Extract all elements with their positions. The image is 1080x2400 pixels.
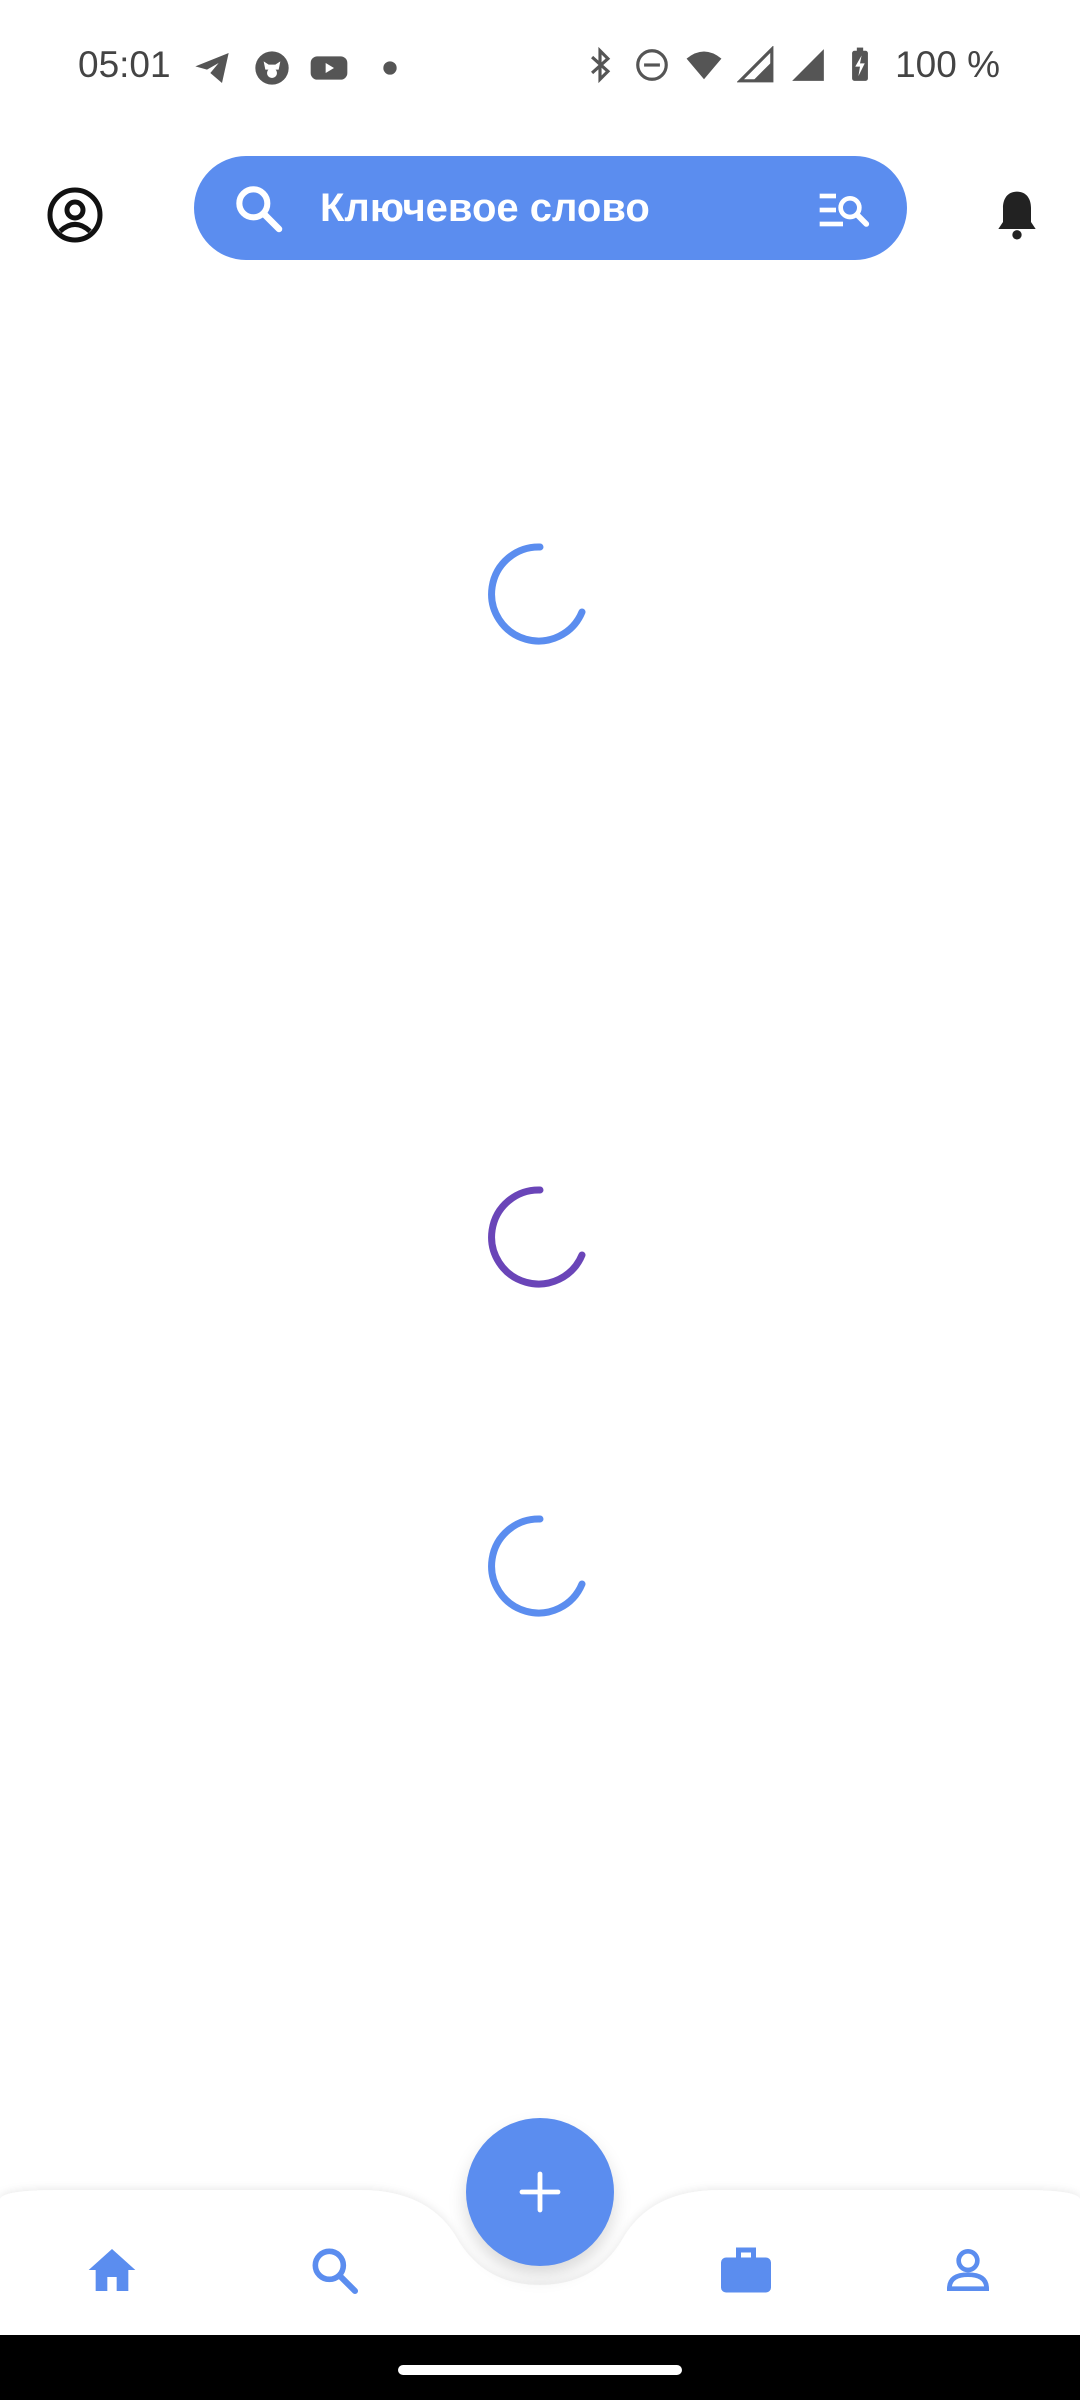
loading-spinner [488,1515,586,1617]
dot-icon [383,61,397,75]
nav-profile[interactable] [928,2230,1008,2310]
nav-home[interactable] [72,2230,152,2310]
status-time: 05:01 [78,44,171,85]
header: Ключевое слово [0,150,1080,270]
person-icon [946,2249,990,2291]
home-gesture-pill[interactable] [398,2365,682,2375]
account-circle-icon [47,187,103,243]
bluetooth-icon [591,46,611,84]
loading-spinner [488,1186,586,1288]
loading-spinner [488,543,586,645]
nav-jobs[interactable] [706,2230,786,2310]
cat-icon [255,51,289,85]
status-right: 100 % [581,44,1000,86]
add-fab-button[interactable] [466,2118,614,2266]
status-bar: 05:01 100 % [0,0,1080,135]
account-button[interactable] [40,180,110,250]
search-bar[interactable]: Ключевое слово [194,156,907,260]
wifi-icon [686,51,722,80]
bell-icon [998,191,1036,240]
signal-icon [792,49,824,81]
telegram-icon [195,53,229,83]
signal-icon [737,46,774,83]
battery-charging-icon [852,47,868,81]
nav-search[interactable] [294,2230,374,2310]
briefcase-icon [721,2247,771,2293]
search-placeholder: Ключевое слово [320,186,650,230]
notifications-button[interactable] [985,180,1049,250]
youtube-icon [310,56,348,80]
battery-percent: 100 % [895,44,1000,85]
home-icon [88,2249,136,2291]
search-filter-icon[interactable] [815,182,871,238]
gesture-navigation-bar [0,2335,1080,2400]
dnd-icon [636,49,668,81]
plus-icon [519,2171,561,2213]
search-icon [312,2248,359,2295]
search-icon [236,186,283,233]
